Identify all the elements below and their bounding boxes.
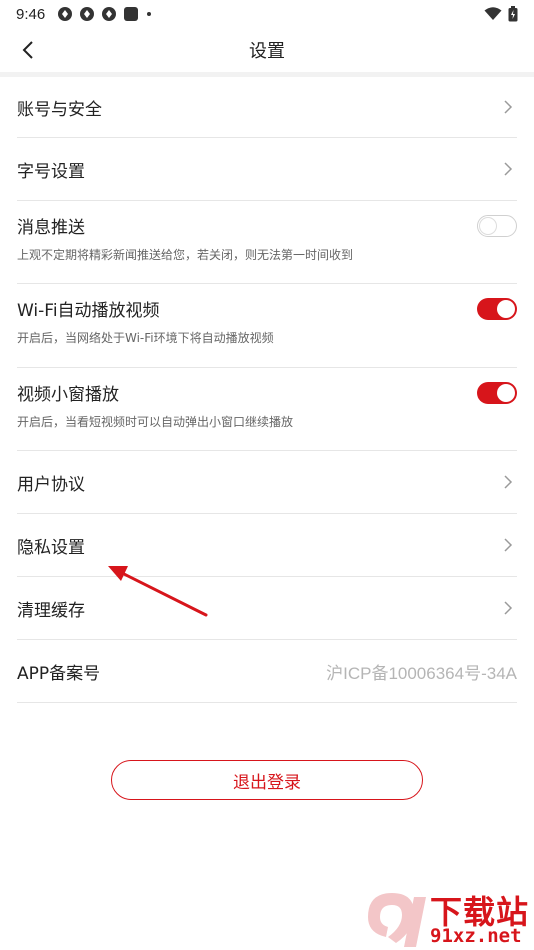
chevron-left-icon bbox=[22, 41, 33, 59]
settings-item-label: 账号与安全 bbox=[17, 99, 102, 120]
back-button[interactable] bbox=[10, 34, 46, 66]
toggle-knob bbox=[497, 383, 515, 402]
chevron-right-icon bbox=[501, 599, 515, 617]
settings-item-label: 用户协议 bbox=[17, 474, 85, 495]
settings-item-user-agreement[interactable]: 用户协议 bbox=[17, 451, 517, 514]
settings-item-label: Wi-Fi自动播放视频 bbox=[17, 301, 160, 321]
app-filing-number: 沪ICP备10006364号-34A bbox=[326, 663, 517, 683]
settings-item-wifi-autoplay: Wi-Fi自动播放视频 开启后，当网络处于Wi-Fi环境下将自动播放视频 bbox=[17, 284, 517, 368]
app-notification-icon bbox=[102, 7, 117, 21]
settings-item-push: 消息推送 上观不定期将精彩新闻推送给您，若关闭，则无法第一时间收到 bbox=[17, 201, 517, 284]
nav-bar: 设置 bbox=[0, 28, 534, 72]
watermark-logo-icon bbox=[368, 893, 426, 947]
app-notification-icon bbox=[80, 7, 95, 21]
chevron-right-icon bbox=[501, 160, 515, 178]
wifi-icon bbox=[484, 7, 502, 20]
settings-item-app-filing: APP备案号 沪ICP备10006364号-34A bbox=[17, 640, 517, 703]
chevron-right-icon bbox=[501, 473, 515, 491]
status-time: 9:46 bbox=[16, 5, 46, 23]
settings-item-account-security[interactable]: 账号与安全 bbox=[17, 77, 517, 138]
settings-list: 账号与安全 字号设置 消息推送 上观不定期将精彩新闻推送给您，若关闭，则无法第一… bbox=[0, 77, 534, 703]
toggle-knob bbox=[479, 216, 497, 235]
push-toggle[interactable] bbox=[477, 214, 517, 237]
settings-item-label: 消息推送 bbox=[17, 218, 85, 238]
notification-icons bbox=[57, 6, 153, 22]
chevron-right-icon bbox=[501, 98, 515, 116]
watermark: 下载站 91xz.net bbox=[360, 885, 534, 950]
page-title: 设置 bbox=[249, 41, 285, 62]
app-notification-icon bbox=[58, 7, 73, 21]
wifi-autoplay-toggle[interactable] bbox=[477, 297, 517, 320]
settings-item-font-size[interactable]: 字号设置 bbox=[17, 138, 517, 201]
settings-item-description: 开启后，当网络处于Wi-Fi环境下将自动播放视频 bbox=[17, 331, 274, 345]
settings-item-label: 视频小窗播放 bbox=[17, 385, 119, 405]
settings-item-description: 上观不定期将精彩新闻推送给您，若关闭，则无法第一时间收到 bbox=[17, 248, 354, 262]
chevron-right-icon bbox=[501, 536, 515, 554]
settings-item-clear-cache[interactable]: 清理缓存 bbox=[17, 577, 517, 640]
watermark-url: 91xz.net bbox=[430, 925, 522, 947]
settings-item-mini-window: 视频小窗播放 开启后，当看短视频时可以自动弹出小窗口继续播放 bbox=[17, 368, 517, 451]
toggle-knob bbox=[497, 299, 515, 318]
more-notifications-dot-icon bbox=[147, 12, 152, 16]
logout-button[interactable]: 退出登录 bbox=[111, 760, 423, 800]
settings-item-label: 字号设置 bbox=[17, 161, 85, 182]
settings-item-label: 隐私设置 bbox=[17, 537, 85, 558]
system-icons bbox=[484, 6, 518, 22]
settings-item-description: 开启后，当看短视频时可以自动弹出小窗口继续播放 bbox=[17, 415, 294, 429]
settings-item-privacy[interactable]: 隐私设置 bbox=[17, 514, 517, 577]
battery-icon bbox=[508, 6, 518, 22]
settings-item-label: 清理缓存 bbox=[17, 600, 85, 621]
mini-window-toggle[interactable] bbox=[477, 381, 517, 404]
status-bar: 9:46 bbox=[0, 0, 534, 28]
square-notification-icon bbox=[124, 7, 139, 21]
settings-item-label: APP备案号 bbox=[17, 663, 101, 684]
